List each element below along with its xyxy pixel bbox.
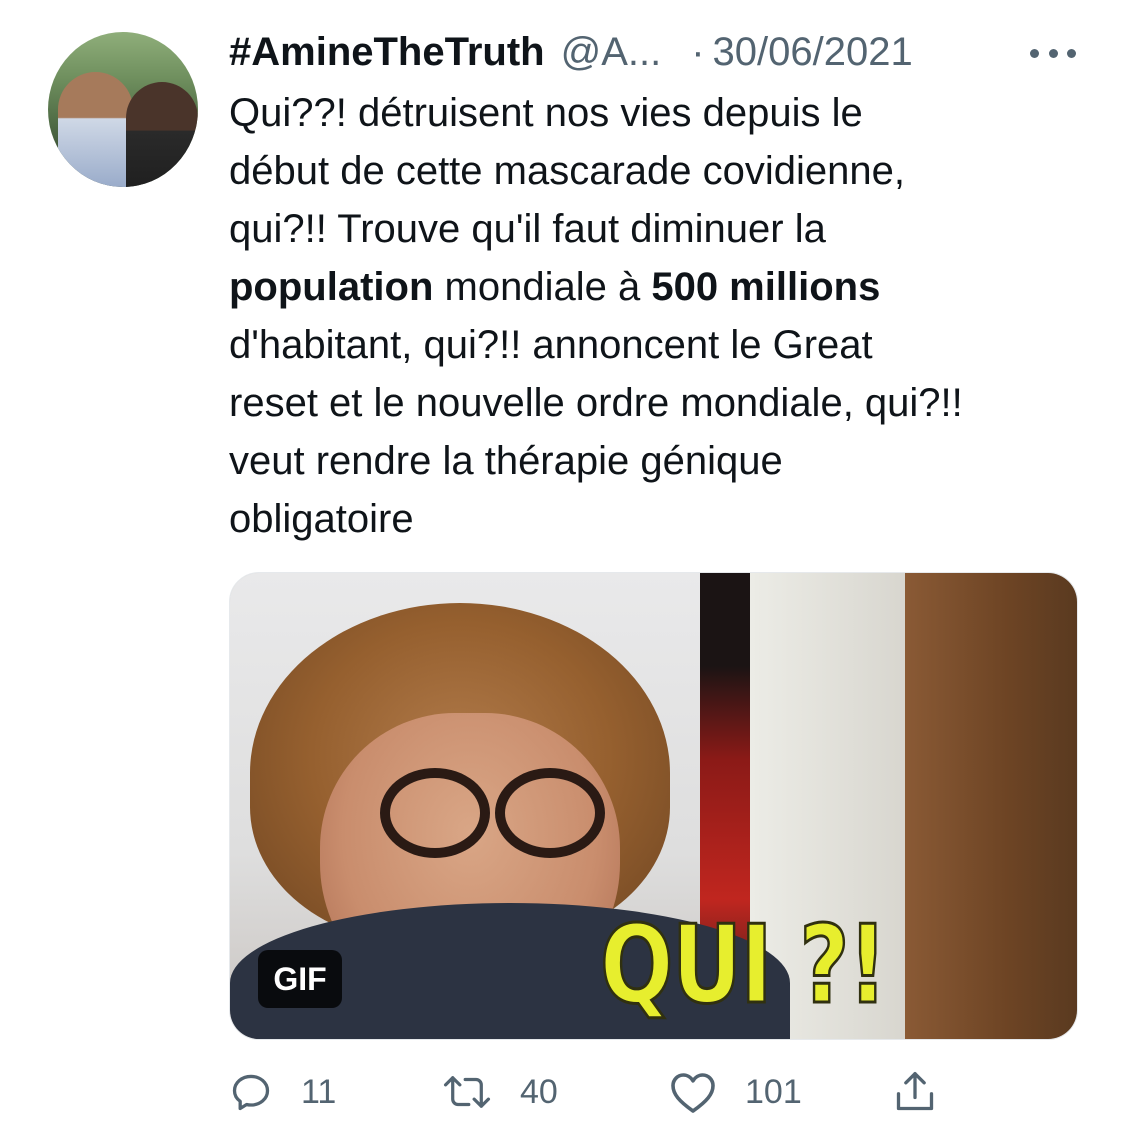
share-button[interactable] bbox=[893, 1062, 937, 1122]
tweet-text-line: reset et le nouvelle ordre mondiale, qui… bbox=[229, 374, 1099, 432]
media-overlay-caption: QUI ?! bbox=[599, 902, 889, 1030]
tweet-text-run: Qui??! détruisent nos vies depuis le bbox=[229, 91, 863, 135]
media-glasses-right bbox=[495, 768, 605, 858]
like-count: 101 bbox=[745, 1072, 802, 1111]
tweet-text-run: début de cette mascarade covidienne, bbox=[229, 149, 905, 193]
display-name[interactable]: #AmineTheTruth bbox=[229, 30, 545, 75]
gif-badge: GIF bbox=[258, 950, 342, 1008]
more-dot bbox=[1030, 48, 1039, 58]
tweet-text-bold: 500 millions bbox=[651, 265, 881, 309]
tweet-text-run: veut rendre la thérapie génique bbox=[229, 439, 783, 483]
tweet-text-line: obligatoire bbox=[229, 490, 1099, 548]
tweet-text-run: reset et le nouvelle ordre mondiale, qui… bbox=[229, 381, 963, 425]
more-dot bbox=[1067, 48, 1076, 58]
reply-count: 11 bbox=[301, 1072, 337, 1111]
heart-icon bbox=[671, 1073, 715, 1113]
tweet-text-run: d'habitant, qui?!! annoncent le Great bbox=[229, 323, 873, 367]
share-icon bbox=[896, 1072, 934, 1111]
tweet-text-line: veut rendre la thérapie génique bbox=[229, 432, 1099, 490]
retweet-icon bbox=[443, 1076, 491, 1108]
tweet-text-bold: population bbox=[229, 265, 434, 309]
retweet-count: 40 bbox=[520, 1072, 558, 1111]
gif-media[interactable]: QUI ?! bbox=[229, 572, 1078, 1040]
more-dot bbox=[1048, 48, 1058, 58]
media-glasses-left bbox=[380, 768, 490, 858]
more-icon[interactable] bbox=[1030, 46, 1076, 60]
reply-button[interactable]: 11 bbox=[229, 1062, 336, 1122]
retweet-button[interactable]: 40 bbox=[442, 1062, 558, 1122]
tweet-text-run: mondiale à bbox=[433, 265, 652, 309]
tweet-text-line: début de cette mascarade covidienne, bbox=[229, 142, 1099, 200]
tweet-header: #AmineTheTruth @A... · 30/06/2021 bbox=[229, 26, 1089, 78]
tweet-text-run: qui?!! Trouve qu'il faut diminuer la bbox=[229, 207, 826, 251]
tweet-text-line: d'habitant, qui?!! annoncent le Great bbox=[229, 316, 1099, 374]
tweet-text-line: Qui??! détruisent nos vies depuis le bbox=[229, 84, 1099, 142]
reply-icon bbox=[232, 1074, 270, 1111]
tweet: #AmineTheTruth @A... · 30/06/2021 Qui??!… bbox=[0, 0, 1125, 1131]
avatar-person-left bbox=[58, 72, 133, 187]
tweet-text-line: qui?!! Trouve qu'il faut diminuer la bbox=[229, 200, 1099, 258]
tweet-text-run: obligatoire bbox=[229, 497, 414, 541]
like-button[interactable]: 101 bbox=[669, 1062, 802, 1122]
avatar-person-right bbox=[126, 82, 198, 187]
media-door bbox=[905, 573, 1077, 1039]
tweet-date[interactable]: 30/06/2021 bbox=[713, 30, 913, 75]
separator-dot: · bbox=[691, 29, 705, 74]
user-handle[interactable]: @A... bbox=[561, 30, 662, 75]
tweet-text: Qui??! détruisent nos vies depuis le débu… bbox=[229, 84, 1099, 548]
action-bar: 11 40 101 bbox=[229, 1062, 989, 1122]
tweet-text-line: population mondiale à 500 millions bbox=[229, 258, 1099, 316]
avatar[interactable] bbox=[48, 32, 198, 187]
